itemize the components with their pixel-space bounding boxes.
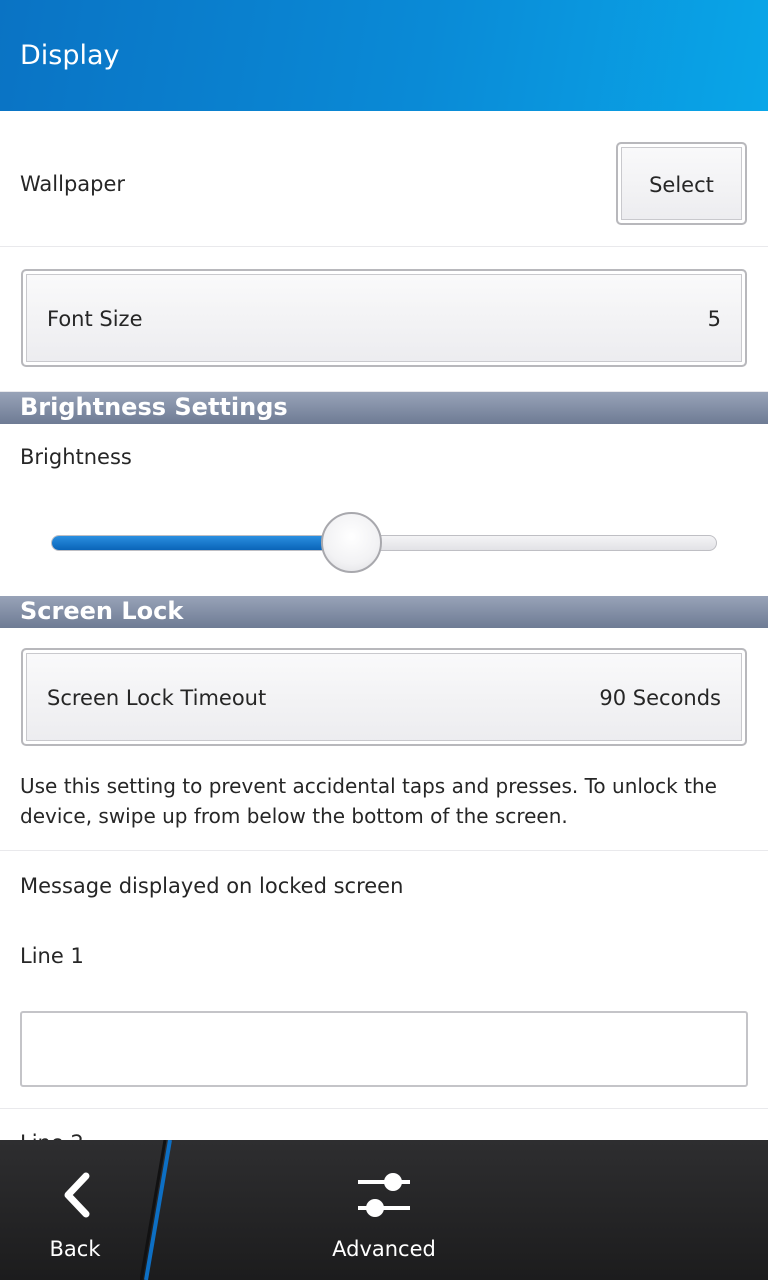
brightness-slider[interactable] bbox=[51, 535, 717, 551]
page-title: Display bbox=[20, 40, 120, 71]
back-label: Back bbox=[49, 1237, 101, 1261]
line1-input[interactable] bbox=[20, 1011, 748, 1087]
divider bbox=[0, 850, 768, 851]
line2-label: Line 2 bbox=[20, 1131, 84, 1140]
wallpaper-label: Wallpaper bbox=[20, 172, 126, 196]
brightness-section-title: Brightness Settings bbox=[20, 393, 288, 421]
screen-lock-section-header: Screen Lock bbox=[0, 596, 768, 628]
brightness-label: Brightness bbox=[20, 445, 132, 469]
action-bar: Back Advanced bbox=[0, 1140, 768, 1280]
settings-list[interactable]: Wallpaper Select Font Size 5 Brightness … bbox=[0, 111, 768, 1140]
select-button-label: Select bbox=[649, 173, 714, 197]
screen-lock-timeout-value: 90 Seconds bbox=[599, 686, 721, 710]
select-wallpaper-button[interactable]: Select bbox=[616, 142, 747, 225]
back-button[interactable]: Back bbox=[0, 1140, 160, 1280]
font-size-label: Font Size bbox=[47, 307, 143, 331]
screen-lock-help-text: Use this setting to prevent accidental t… bbox=[20, 774, 717, 828]
screen-lock-timeout-label: Screen Lock Timeout bbox=[47, 686, 267, 710]
sliders-icon bbox=[358, 1173, 410, 1217]
font-size-value: 5 bbox=[707, 307, 721, 331]
lock-message-label: Message displayed on locked screen bbox=[20, 874, 404, 898]
title-bar: Display bbox=[0, 0, 768, 111]
back-divider bbox=[140, 1140, 172, 1280]
font-size-dropdown[interactable]: Font Size 5 bbox=[21, 269, 747, 367]
back-arrow-icon bbox=[64, 1172, 90, 1218]
line1-label: Line 1 bbox=[20, 944, 84, 968]
advanced-button[interactable]: Advanced bbox=[300, 1140, 468, 1280]
screen-lock-timeout-dropdown[interactable]: Screen Lock Timeout 90 Seconds bbox=[21, 648, 747, 746]
brightness-slider-fill bbox=[52, 536, 352, 550]
brightness-slider-thumb[interactable] bbox=[320, 512, 382, 573]
advanced-label: Advanced bbox=[332, 1237, 436, 1261]
wallpaper-row: Wallpaper Select bbox=[0, 111, 768, 247]
divider bbox=[0, 1108, 768, 1109]
screen-lock-section-title: Screen Lock bbox=[20, 597, 184, 625]
brightness-section-header: Brightness Settings bbox=[0, 392, 768, 424]
